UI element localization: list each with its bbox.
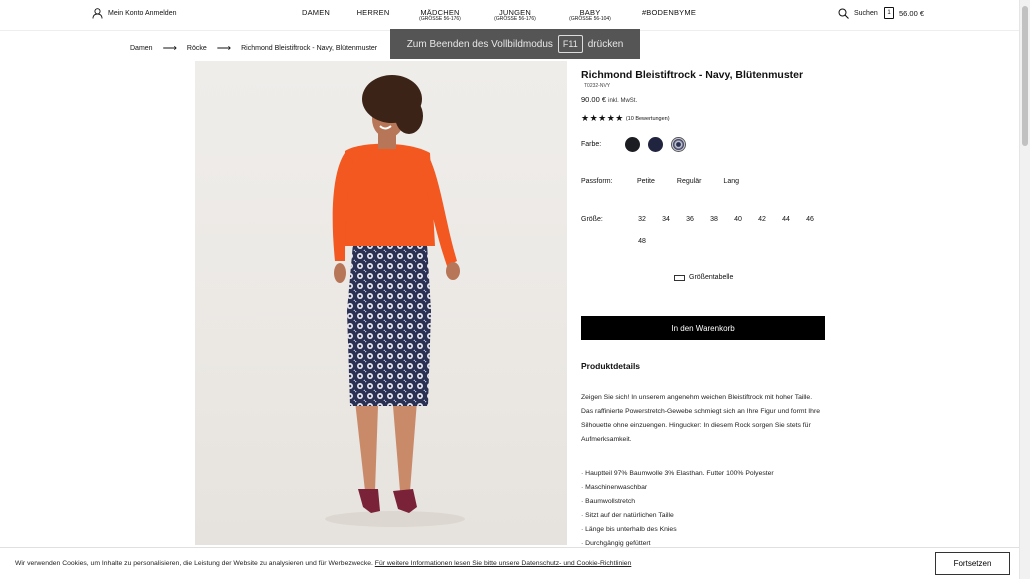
size-table-label: Größentabelle [689, 274, 734, 281]
breadcrumb-damen[interactable]: Damen [130, 45, 153, 52]
arrow-right-icon: ⟶ [216, 43, 232, 54]
size-option[interactable]: 42 [750, 216, 774, 223]
nav-damen-label: DAMEN [301, 8, 331, 17]
user-icon [92, 8, 103, 19]
product-title: Richmond Bleistiftrock - Navy, Blütenmus… [581, 69, 804, 81]
size-option[interactable]: 48 [630, 238, 654, 245]
nav-baby-sub: (GRÖSSE 56-104) [569, 16, 611, 22]
size-options: 32 34 36 38 40 42 44 46 48 [630, 216, 830, 245]
review-count: (10 Bewertungen) [625, 115, 670, 122]
search-label: Suchen [854, 10, 878, 17]
cookie-policy-link[interactable]: Für weitere Informationen lesen Sie bitt… [375, 560, 632, 567]
cookie-banner: Wir verwenden Cookies, um Inhalte zu per… [0, 547, 1019, 579]
list-item: · Hauptteil 97% Baumwolle 3% Elasthan. F… [581, 470, 774, 477]
list-item: · Maschinenwaschbar [581, 484, 648, 491]
tax-note: inkl. MwSt. [608, 98, 638, 104]
color-swatch-black[interactable] [625, 136, 640, 152]
nav-maedchen-sub: (GRÖSSE 56-176) [419, 16, 461, 22]
nav-baby[interactable]: BABY (GRÖSSE 56-104) [554, 9, 626, 23]
size-option[interactable]: 36 [678, 216, 702, 223]
price-value: 90.00 € [581, 95, 607, 104]
fullscreen-notice: Zum Beenden des Vollbildmodus F11 drücke… [390, 29, 640, 59]
fit-petite[interactable]: Petite [637, 178, 655, 185]
cookie-message: Wir verwenden Cookies, um Inhalte zu per… [15, 560, 373, 567]
breadcrumb: Damen ⟶ Röcke ⟶ Richmond Bleistiftrock -… [130, 43, 377, 54]
search-button[interactable]: Suchen [838, 8, 878, 19]
fullscreen-text-before: Zum Beenden des Vollbildmodus [406, 38, 553, 50]
page: Mein Konto Anmelden DAMEN HERREN MÄDCHEN… [0, 0, 1030, 579]
list-item: · Baumwollstretch [581, 498, 636, 505]
fit-lang[interactable]: Lang [723, 178, 739, 185]
nav-jungen[interactable]: JUNGEN (GRÖSSE 56-176) [476, 9, 554, 23]
scrollbar[interactable] [1019, 0, 1030, 579]
bag-count: 1 [887, 10, 891, 16]
product-image[interactable] [195, 61, 567, 545]
fit-selector: Passform: Petite Regulär Lang [581, 178, 761, 185]
size-option[interactable]: 44 [774, 216, 798, 223]
size-option[interactable]: 38 [702, 216, 726, 223]
nav-maedchen[interactable]: MÄDCHEN (GRÖSSE 56-176) [404, 9, 476, 23]
nav-bodenbyme[interactable]: #BODENBYME [626, 9, 712, 23]
nav-herren-label: HERREN [356, 8, 390, 17]
nav-herren[interactable]: HERREN [345, 9, 401, 23]
size-option[interactable]: 40 [726, 216, 750, 223]
breadcrumb-current: Richmond Bleistiftrock - Navy, Blütenmus… [241, 45, 378, 52]
site-header: Mein Konto Anmelden DAMEN HERREN MÄDCHEN… [0, 0, 1019, 31]
star-icon: ★★★★★ [581, 113, 624, 123]
list-item: · Sitzt auf der natürlichen Taille [581, 512, 674, 519]
size-option[interactable]: 32 [630, 216, 654, 223]
bag-total: 56.00 € [899, 8, 925, 18]
list-item: · Länge bis unterhalb des Knies [581, 526, 677, 533]
size-table-link[interactable]: Größentabelle [674, 274, 733, 281]
size-selector: Größe: 32 34 36 38 40 42 44 46 48 [581, 216, 830, 245]
nav-jungen-label: JUNGEN [498, 8, 532, 17]
ruler-icon [674, 274, 685, 281]
fullscreen-text-after: drücken [587, 38, 624, 50]
nav-maedchen-label: MÄDCHEN [420, 8, 460, 17]
fit-label: Passform: [581, 178, 613, 185]
rating[interactable]: ★★★★★ (10 Bewertungen) [581, 113, 670, 124]
size-option[interactable]: 34 [654, 216, 678, 223]
account-label: Mein Konto Anmelden [108, 10, 177, 17]
color-label: Farbe: [581, 140, 602, 148]
color-swatch-navy[interactable] [648, 136, 663, 152]
model-illustration [325, 75, 465, 527]
account-link[interactable]: Mein Konto Anmelden [92, 8, 177, 19]
nav-jungen-sub: (GRÖSSE 56-176) [494, 16, 536, 22]
search-icon [838, 8, 849, 19]
main-nav: DAMEN HERREN MÄDCHEN (GRÖSSE 56-176) JUN… [290, 9, 712, 23]
product-description: Zeigen Sie sich! In unserem angenehm wei… [581, 394, 820, 443]
scrollbar-thumb[interactable] [1022, 6, 1028, 146]
product-sku: T0232-NVY [584, 83, 611, 89]
nav-baby-label: BABY [579, 8, 601, 17]
breadcrumb-roecke[interactable]: Röcke [187, 45, 207, 52]
nav-damen[interactable]: DAMEN [290, 9, 342, 23]
f11-key: F11 [557, 35, 583, 53]
bag-icon: 1 [884, 7, 894, 19]
shopping-bag[interactable]: 1 56.00 € [884, 7, 924, 19]
product-details-title: Produktdetails [581, 361, 641, 371]
product-bullets: · Hauptteil 97% Baumwolle 3% Elasthan. F… [581, 467, 774, 551]
color-selector: Farbe: [581, 135, 831, 153]
size-label: Größe: [581, 216, 603, 223]
add-to-cart-button[interactable]: In den Warenkorb [581, 316, 825, 340]
arrow-right-icon: ⟶ [162, 43, 177, 54]
cookie-continue-button[interactable]: Fortsetzen [935, 552, 1010, 575]
size-option[interactable]: 46 [798, 216, 822, 223]
color-swatch-pattern[interactable] [671, 136, 686, 152]
nav-bodenbyme-label: #BODENBYME [641, 8, 697, 17]
fit-regular[interactable]: Regulär [677, 178, 702, 185]
product-price: 90.00 € inkl. MwSt. [581, 95, 637, 104]
cookie-text: Wir verwenden Cookies, um Inhalte zu per… [15, 560, 631, 567]
